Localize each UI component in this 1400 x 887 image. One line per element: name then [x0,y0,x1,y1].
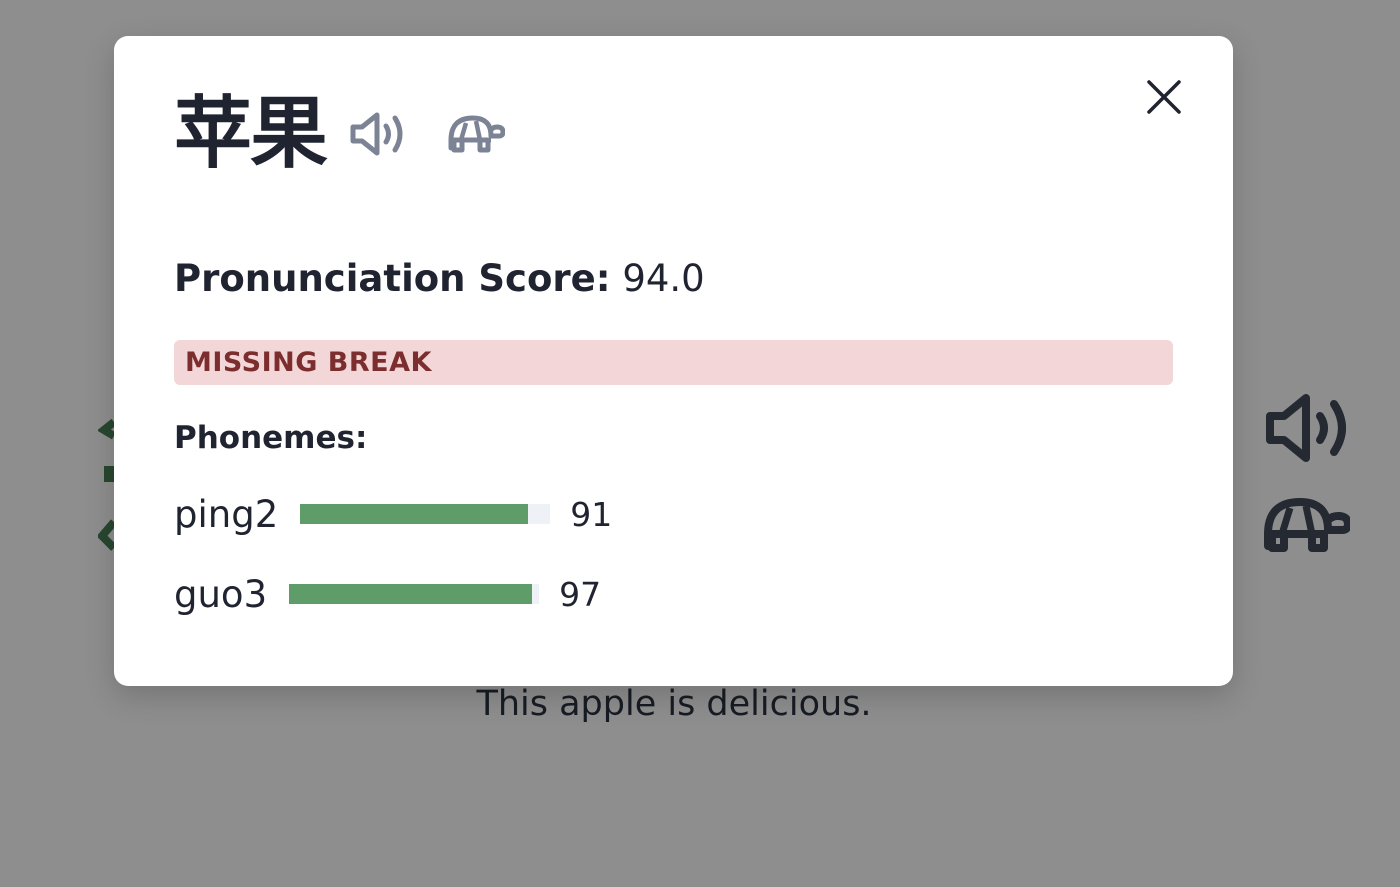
phoneme-label: ping2 [174,492,279,536]
pronunciation-result-dialog: 苹果 Pronunciation Score: 94.0 MISSING BRE… [114,36,1233,686]
speaker-icon [350,112,403,156]
phoneme-row: ping2 91 [174,490,1173,538]
play-slow-audio-button[interactable] [446,104,506,164]
phoneme-label: guo3 [174,572,268,616]
turtle-icon [448,115,506,153]
phoneme-score-fill [289,584,532,604]
title-row: 苹果 [174,89,1173,179]
phoneme-score-fill [300,504,528,524]
phoneme-row: guo3 97 [174,570,1173,618]
score-value: 94.0 [622,257,705,300]
close-icon[interactable] [1145,78,1183,116]
phoneme-score-bar [289,584,540,604]
phonemes-heading: Phonemes: [174,420,368,456]
score-label: Pronunciation Score: [174,257,611,300]
word-title: 苹果 [174,89,328,179]
phoneme-score: 91 [570,494,613,534]
phoneme-score-bar [300,504,551,524]
phoneme-score: 97 [559,574,602,614]
error-badge: MISSING BREAK [174,340,1173,385]
pronunciation-score: Pronunciation Score: 94.0 [174,260,1173,300]
play-audio-button[interactable] [348,104,408,164]
